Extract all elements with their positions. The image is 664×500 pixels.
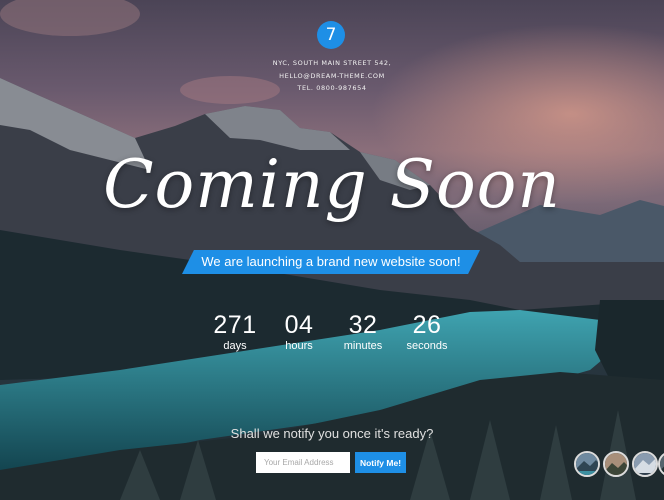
countdown-days: 271 days (200, 311, 270, 353)
address-phone: TEL. 0800-987654 (297, 84, 367, 92)
background-thumbnail[interactable] (574, 451, 600, 477)
launch-ribbon: We are launching a brand new website soo… (182, 250, 480, 274)
background-thumbnail[interactable] (603, 451, 629, 477)
countdown-minutes-label: minutes (343, 340, 383, 352)
countdown-days-value: 271 (213, 311, 257, 339)
notify-question: Shall we notify you once it's ready? (230, 426, 434, 441)
address-street: NYC, SOUTH MAIN STREET 542, (272, 59, 392, 67)
countdown-hours-label: hours (285, 340, 313, 352)
countdown-seconds: 26 seconds (392, 311, 462, 353)
countdown-minutes: 32 minutes (328, 311, 398, 353)
background-thumbnail[interactable] (632, 451, 658, 477)
contact-address: NYC, SOUTH MAIN STREET 542, HELLO@DREAM-… (230, 57, 434, 95)
countdown-seconds-label: seconds (406, 340, 448, 352)
countdown-minutes-value: 32 (348, 311, 378, 339)
notify-button[interactable]: Notify Me! (355, 452, 406, 473)
countdown-seconds-value: 26 (412, 311, 442, 339)
ribbon-text: We are launching a brand new website soo… (201, 254, 461, 269)
email-field[interactable] (256, 452, 350, 473)
countdown-hours: 04 hours (264, 311, 334, 353)
page-title: Coming Soon (103, 146, 561, 223)
logo-badge: 7 (317, 21, 345, 49)
countdown-hours-value: 04 (284, 311, 314, 339)
countdown-days-label: days (223, 340, 247, 352)
address-email[interactable]: HELLO@DREAM-THEME.COM (230, 70, 434, 83)
